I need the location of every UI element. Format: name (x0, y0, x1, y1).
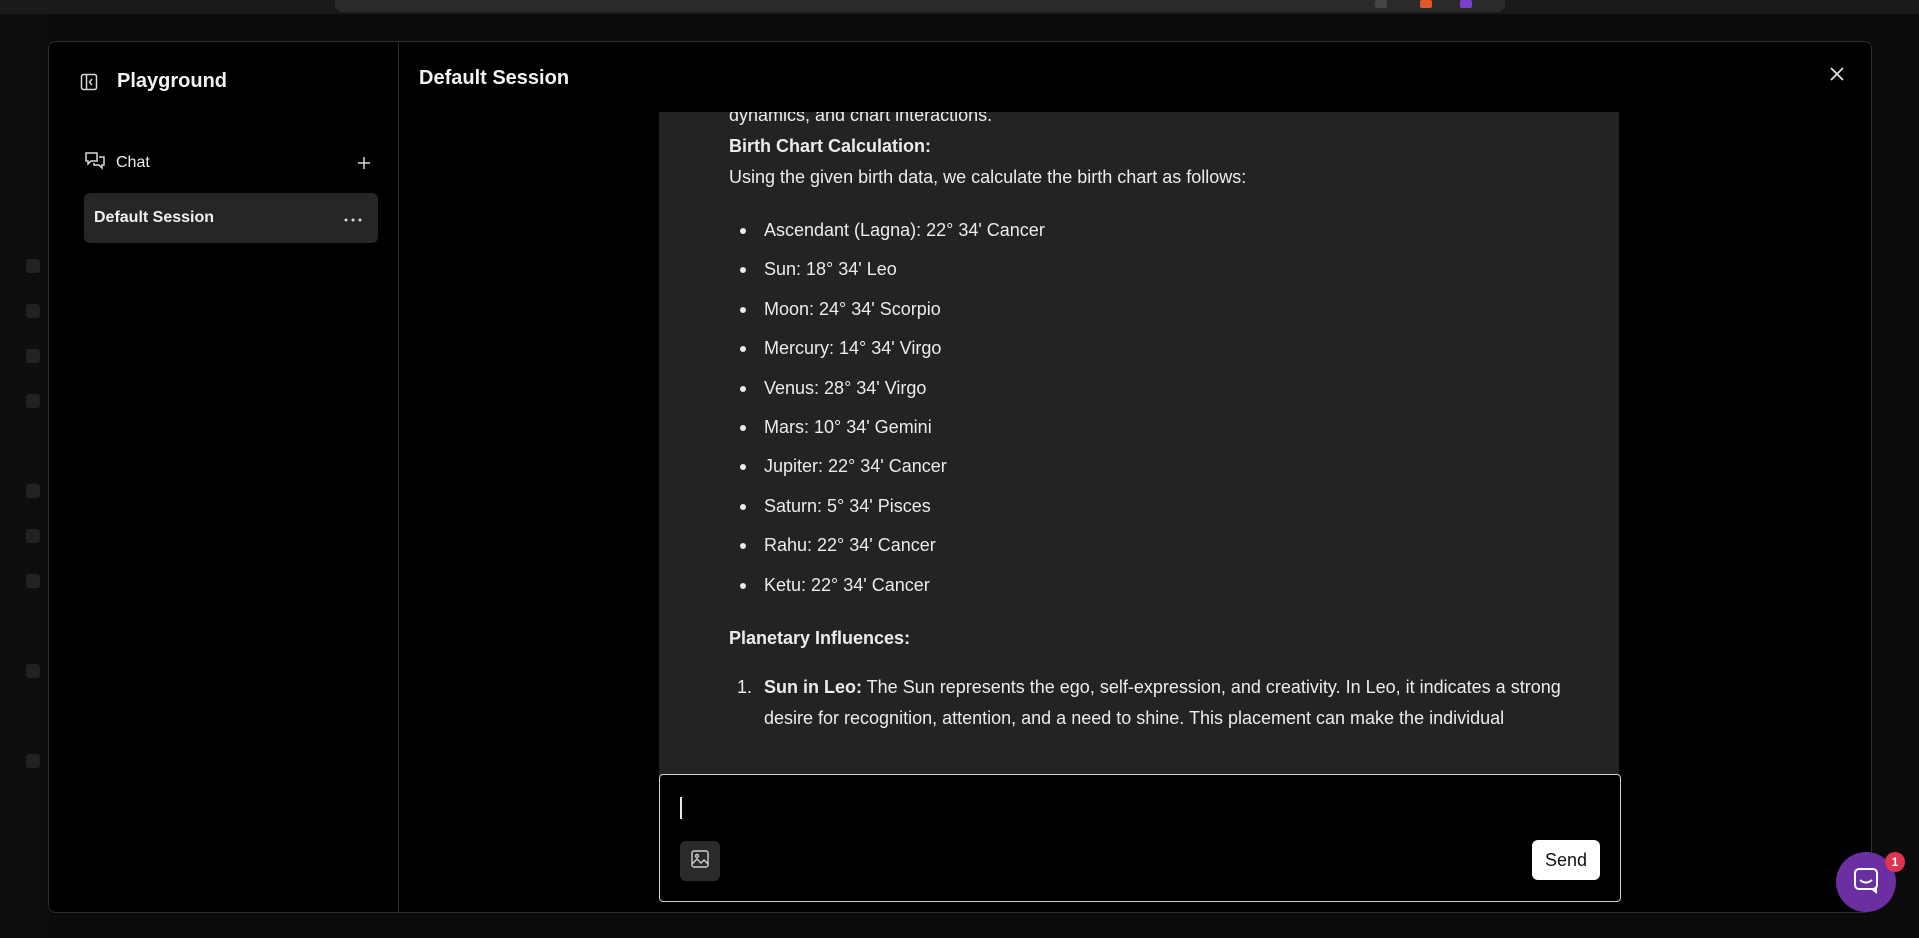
influence-title: Sun in Leo: (764, 677, 862, 698)
background-icon (26, 529, 40, 543)
influence-text: The Sun represents the ego, self-express… (764, 677, 1561, 729)
list-item: Sun: 18° 34' Leo (729, 250, 1583, 289)
chat-section-header: Chat (84, 150, 374, 175)
send-button[interactable]: Send (1532, 840, 1600, 880)
list-item: Venus: 28° 34' Virgo (729, 369, 1583, 408)
list-item: Rahu: 22° 34' Cancer (729, 526, 1583, 565)
list-item: Saturn: 5° 34' Pisces (729, 487, 1583, 526)
chat-icon (84, 150, 106, 175)
brave-icon[interactable] (1420, 0, 1432, 8)
list-number: 1. (737, 677, 753, 698)
extension-icon[interactable] (1375, 0, 1387, 8)
background-icon (26, 484, 40, 498)
main-panel: Default Session dynamics, and chart inte… (399, 42, 1871, 912)
sidebar-item-default-session[interactable]: Default Session (84, 193, 378, 243)
message-text: Using the given birth data, we calculate… (729, 167, 1247, 187)
list-item: 1. Sun in Leo: The Sun represents the eg… (729, 672, 1583, 734)
message-text: dynamics, and chart interactions. (729, 112, 993, 125)
chat-label: Chat (116, 153, 150, 171)
session-label: Default Session (94, 209, 215, 226)
influences-list: 1. Sun in Leo: The Sun represents the eg… (729, 672, 1583, 734)
background-icon (26, 664, 40, 678)
background-icon (26, 394, 40, 408)
new-chat-plus-icon[interactable] (354, 153, 374, 173)
list-item: Mercury: 14° 34' Virgo (729, 329, 1583, 368)
list-item: Moon: 24° 34' Scorpio (729, 290, 1583, 329)
background-icon (26, 304, 40, 318)
section-heading: Planetary Influences: (729, 628, 911, 649)
section-heading: Birth Chart Calculation: (729, 136, 932, 156)
list-item: Ascendant (Lagna): 22° 34' Cancer (729, 211, 1583, 250)
more-options-icon[interactable] (344, 209, 362, 227)
list-item: Mars: 10° 34' Gemini (729, 408, 1583, 447)
attach-image-button[interactable] (680, 841, 720, 881)
background-sidebar (0, 14, 48, 938)
sidebar: Playground Chat Default Session (49, 42, 399, 912)
image-icon (690, 849, 710, 874)
address-bar[interactable] (335, 0, 1505, 12)
background-icon (26, 574, 40, 588)
list-item: Ketu: 22° 34' Cancer (729, 566, 1583, 605)
page-title: Default Session (419, 67, 570, 89)
text-caret (680, 797, 682, 819)
sidebar-title: Playground (117, 70, 228, 92)
assistant-message: dynamics, and chart interactions. Birth … (659, 112, 1619, 776)
background-icon (26, 349, 40, 363)
extension-icon[interactable] (1460, 0, 1472, 8)
collapse-sidebar-icon[interactable] (79, 72, 99, 92)
notification-badge: 1 (1885, 852, 1905, 872)
browser-toolbar (0, 0, 1919, 14)
background-icon (26, 259, 40, 273)
placements-list: Ascendant (Lagna): 22° 34' Cancer Sun: 1… (729, 211, 1583, 605)
message-input-box[interactable]: Send (659, 774, 1621, 902)
list-item: Jupiter: 22° 34' Cancer (729, 447, 1583, 486)
close-icon[interactable] (1825, 62, 1849, 86)
chat-bubble-icon (1852, 866, 1880, 899)
playground-modal: Playground Chat Default Session Default … (48, 41, 1872, 913)
background-icon (26, 754, 40, 768)
sidebar-header: Playground (79, 70, 227, 93)
